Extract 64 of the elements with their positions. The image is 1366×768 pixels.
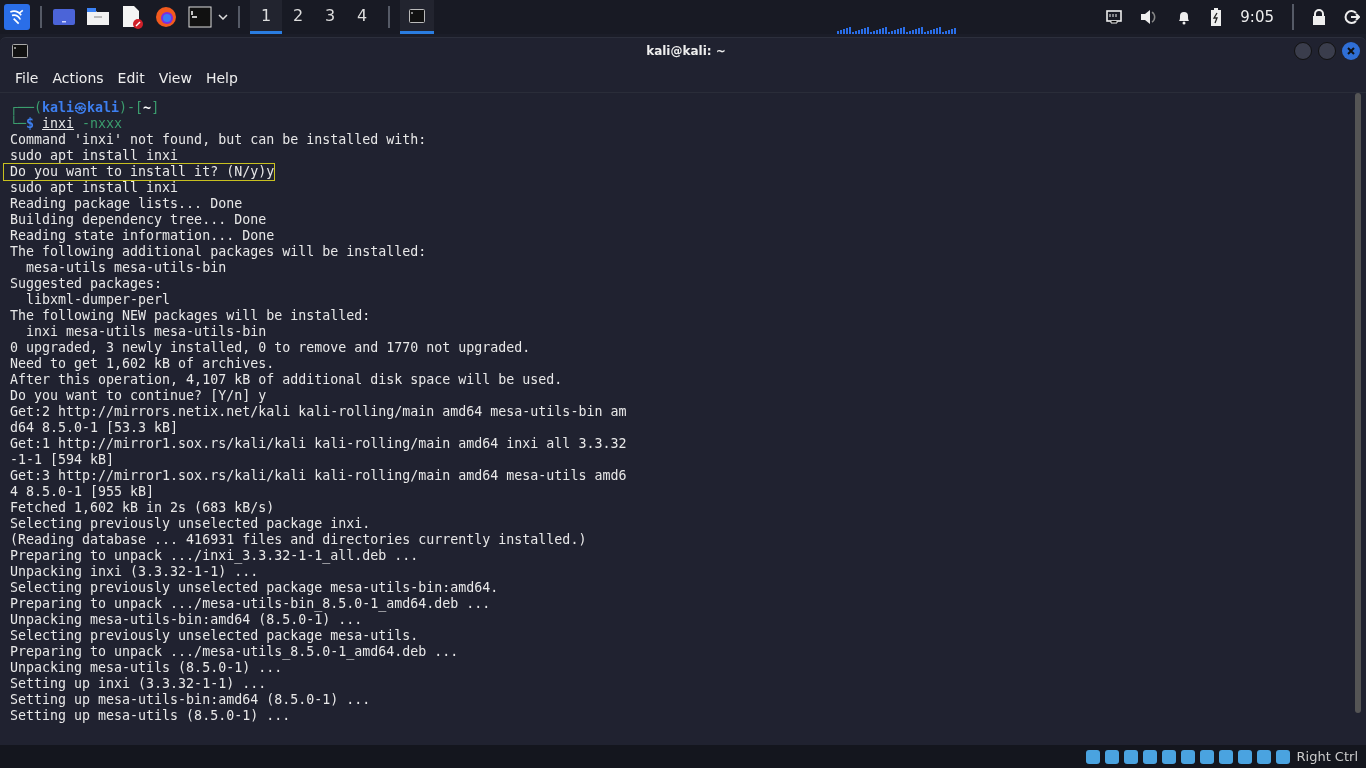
terminal-output-line: Building dependency tree... Done [10, 212, 267, 228]
workspace-button[interactable]: 4 [346, 0, 378, 34]
command-line: └─$ inxi -nxxx [10, 116, 123, 132]
window-task-button[interactable] [400, 0, 434, 34]
terminal-output-line: Fetched 1,602 kB in 2s (683 kB/s) [10, 500, 275, 516]
terminal-output-line: Suggested packages: [10, 276, 163, 292]
clock[interactable]: 9:05 [1240, 8, 1274, 26]
terminal-output-line: Get:2 http://mirrors.netix.net/kali kali-rolling/main amd64 mesa-utils-bin am [10, 404, 627, 420]
terminal-output-line: 0 upgraded, 3 newly installed, 0 to remove and 1770 not upgraded. [10, 340, 531, 356]
terminal-output-line: Selecting previously unselected package mesa-utils-bin:amd64. [10, 580, 499, 596]
terminal-output-line: Setting up inxi (3.3.32-1-1) ... [10, 676, 267, 692]
menu-item[interactable]: Help [205, 70, 238, 86]
logout-icon[interactable] [1344, 9, 1360, 25]
terminal-output-line: Preparing to unpack .../inxi_3.3.32-1-1_all.deb ... [10, 548, 419, 564]
browser-icon[interactable] [154, 5, 178, 29]
terminal-icon [409, 8, 425, 23]
menu-item[interactable]: Edit [117, 70, 145, 86]
terminal-output-line: Setting up mesa-utils (8.5.0-1) ... [10, 708, 291, 724]
terminal-output-line: Do you want to install it? (N/y)y [4, 164, 274, 180]
terminal-output-line: Command 'inxi' not found, but can be installed with: [10, 132, 427, 148]
lock-icon[interactable] [1312, 9, 1326, 25]
terminal-output-line: Setting up mesa-utils-bin:amd64 (8.5.0-1) ... [10, 692, 371, 708]
terminal-icon[interactable] [188, 5, 212, 29]
terminal-output-line: Reading package lists... Done [10, 196, 243, 212]
terminal-output-line: Get:1 http://mirror1.sox.rs/kali/kali kali-rolling/main amd64 inxi all 3.3.32 [10, 436, 627, 452]
terminal-output-line: Preparing to unpack .../mesa-utils-bin_8.5.0-1_amd64.deb ... [10, 596, 491, 612]
terminal-output-line: Unpacking mesa-utils (8.5.0-1) ... [10, 660, 283, 676]
terminal-output-line: 4 8.5.0-1 [955 kB] [10, 484, 155, 500]
terminal-output-line: Selecting previously unselected package mesa-utils. [10, 628, 419, 644]
prompt-line: ┌──(kali㉿kali)-[~] [10, 100, 160, 116]
terminal-output-line: sudo apt install inxi [10, 180, 179, 196]
terminal-output-line: Do you want to continue? [Y/n] y [10, 388, 267, 404]
terminal-output-line: (Reading database ... 416931 files and directories currently installed.) [10, 532, 587, 548]
terminal-output-line: libxml-dumper-perl [25, 292, 171, 308]
terminal-output-line: The following additional packages will be installed: [10, 244, 427, 260]
terminal-icon [12, 44, 28, 58]
menu-item[interactable]: File [15, 70, 39, 86]
terminal-output-line: Unpacking inxi (3.3.32-1-1) ... [10, 564, 259, 580]
terminal-output-line: -1-1 [594 kB] [10, 452, 115, 468]
close-icon[interactable] [1342, 42, 1360, 60]
terminal-output-line: d64 8.5.0-1 [53.3 kB] [10, 420, 179, 436]
battery-icon[interactable] [1210, 8, 1223, 26]
app-menu-button[interactable] [4, 4, 30, 30]
terminal-output-line: Need to get 1,602 kB of archives. [10, 356, 275, 372]
terminal-output-line: Selecting previously unselected package inxi. [10, 516, 371, 532]
terminal-output-line: After this operation, 4,107 kB of additional disk space will be used. [10, 372, 563, 388]
workspace-button[interactable]: 3 [314, 0, 346, 34]
terminal-output-line: Preparing to unpack .../mesa-utils_8.5.0-1_amd64.deb ... [10, 644, 459, 660]
terminal-output-line: inxi mesa-utils mesa-utils-bin [25, 324, 267, 340]
text-editor-icon[interactable] [120, 5, 144, 29]
window-title: kali@kali: ~ [646, 44, 726, 58]
terminal-output-line: Unpacking mesa-utils-bin:amd64 (8.5.0-1) ... [10, 612, 363, 628]
menu-item[interactable]: Actions [52, 70, 104, 86]
host-key-label: Right Ctrl [1296, 749, 1358, 764]
scrollbar[interactable] [1355, 93, 1361, 713]
workspace-button[interactable]: 2 [282, 0, 314, 34]
terminal-output-line: sudo apt install inxi [10, 148, 179, 164]
terminal-output-line: The following NEW packages will be installed: [10, 308, 371, 324]
menu-item[interactable]: View [158, 70, 192, 86]
terminal-output-line: Reading state information... Done [10, 228, 275, 244]
workspace-button[interactable]: 1 [250, 0, 282, 34]
terminal-output-line: Get:3 http://mirror1.sox.rs/kali/kali kali-rolling/main amd64 mesa-utils amd6 [10, 468, 627, 484]
terminal-output-line: mesa-utils mesa-utils-bin [25, 260, 227, 276]
caret-icon[interactable] [218, 14, 228, 20]
